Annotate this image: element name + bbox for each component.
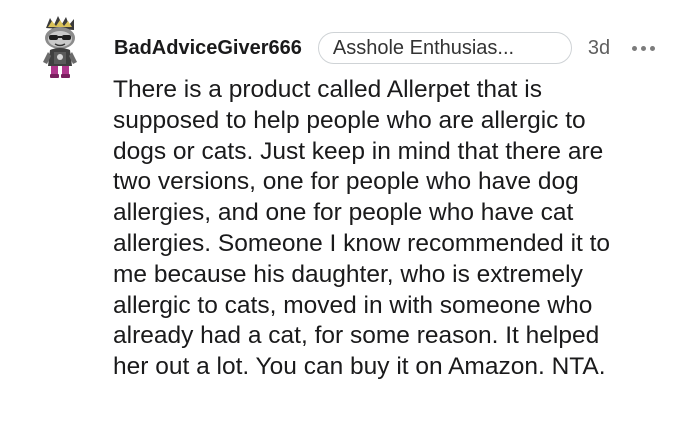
- comment-header: BadAdviceGiver666 Asshole Enthusias... 3…: [114, 30, 694, 66]
- comment-body: There is a product called Allerpet that …: [113, 75, 693, 383]
- username-link[interactable]: BadAdviceGiver666: [114, 37, 302, 60]
- comment: BadAdviceGiver666 Asshole Enthusias... 3…: [0, 0, 700, 422]
- snoo-avatar-icon: [43, 16, 77, 78]
- comment-line: already had a cat, for some reason. It h…: [113, 322, 600, 350]
- comment-line: There is a product called Allerpet that …: [113, 76, 542, 103]
- user-avatar[interactable]: [36, 14, 86, 80]
- dot: [632, 45, 638, 51]
- user-flair-badge: Asshole Enthusias...: [317, 32, 572, 64]
- comment-line: supposed to help people who are allergic…: [113, 106, 586, 134]
- comment-line: allergies, and one for people who have c…: [113, 199, 574, 227]
- ellipsis-icon[interactable]: [632, 38, 656, 58]
- dot: [650, 45, 656, 51]
- comment-line: two versions, one for people who have do…: [113, 168, 579, 196]
- comment-line: allergic to cats, moved in with someone …: [113, 291, 593, 319]
- comment-line: dogs or cats. Just keep in mind that the…: [113, 137, 604, 165]
- comment-line: allergies. Someone I know recommended it…: [113, 229, 611, 257]
- dot: [641, 45, 647, 51]
- comment-line: her out a lot. You can buy it on Amazon.…: [113, 353, 606, 381]
- comment-line: me because his daughter, who is extremel…: [113, 260, 583, 288]
- comment-timestamp[interactable]: 3d: [588, 37, 610, 60]
